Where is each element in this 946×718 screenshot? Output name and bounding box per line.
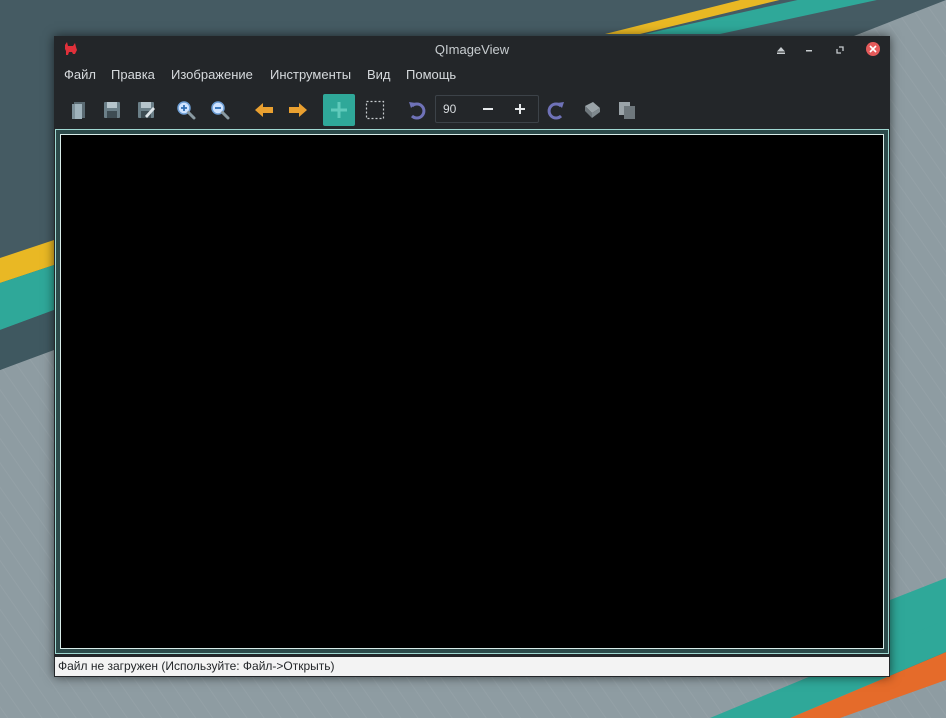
maximize-icon[interactable]: [833, 42, 847, 56]
status-bar: Файл не загружен (Используйте: Файл->Отк…: [55, 657, 889, 676]
menu-help[interactable]: Помощь: [406, 67, 456, 82]
minimize-icon[interactable]: [802, 42, 816, 56]
menu-bar: Файл Правка Изображение Инструменты Вид …: [54, 63, 890, 87]
image-view-frame: [55, 129, 889, 654]
keep-above-icon[interactable]: [774, 42, 788, 56]
toolbar-right: [54, 91, 890, 129]
paste-icon: [585, 102, 600, 118]
menu-view[interactable]: Вид: [367, 67, 391, 82]
image-canvas[interactable]: [60, 134, 884, 649]
status-message: Файл не загружен (Используйте: Файл->Отк…: [58, 659, 335, 673]
window-title: QImageView: [434, 42, 510, 57]
main-window: QImageView Файл Правка Изображение Инстр…: [54, 36, 890, 677]
rotate-right-button[interactable]: [540, 94, 572, 126]
menu-tools[interactable]: Инструменты: [270, 67, 351, 82]
rotate-clockwise-icon: [547, 102, 564, 120]
menu-edit[interactable]: Правка: [111, 67, 155, 82]
close-icon[interactable]: [865, 41, 881, 57]
copy-button[interactable]: [611, 94, 643, 126]
menu-file[interactable]: Файл: [64, 67, 96, 82]
paste-button[interactable]: [576, 94, 608, 126]
title-bar[interactable]: QImageView: [54, 36, 890, 63]
copy-icon: [619, 102, 635, 119]
menu-image[interactable]: Изображение: [171, 67, 253, 82]
